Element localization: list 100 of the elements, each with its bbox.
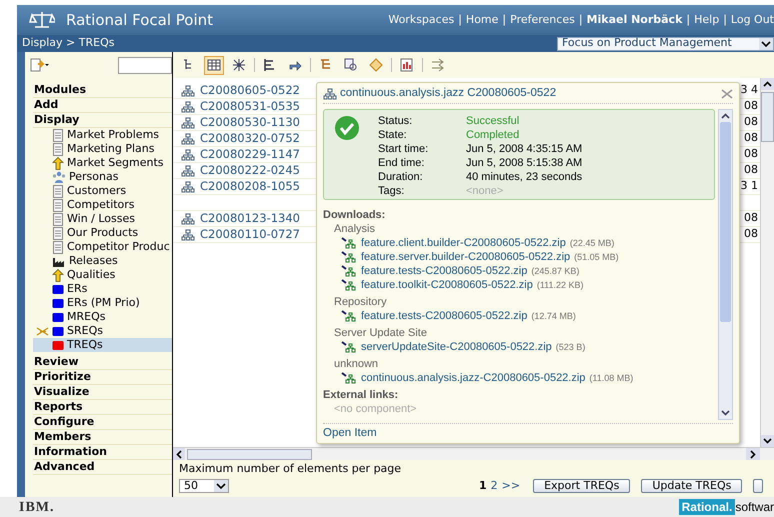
table-icon — [206, 57, 222, 73]
per-page-label: Maximum number of elements per page — [179, 462, 402, 476]
nav-link[interactable]: Home — [466, 12, 498, 28]
build-link[interactable]: C20080123-1340 — [200, 210, 300, 228]
file-link[interactable]: serverUpdateSite-C20080605-0522.zip — [361, 340, 552, 354]
scroll-thumb[interactable] — [720, 122, 731, 322]
sidebar-item[interactable]: SREQs — [33, 324, 172, 338]
build-link[interactable]: C20080530-1130 — [200, 114, 300, 132]
document-icon — [52, 198, 64, 212]
dropdown-icon — [214, 480, 228, 492]
table-cell-text: 08 — [744, 226, 758, 242]
action-button[interactable] — [753, 479, 764, 494]
table-cell-text: 3 1 — [740, 178, 758, 194]
sidebar-item[interactable]: Customers — [33, 184, 172, 198]
sidebar-item[interactable]: MREQs — [33, 310, 172, 324]
file-size: (11.08 MB) — [589, 372, 634, 385]
nav-separator: | — [457, 12, 463, 28]
check-icon — [334, 115, 360, 141]
up-arrow-icon — [52, 156, 64, 170]
file-size: (12.74 MB) — [531, 310, 576, 323]
build-link[interactable]: C20080531-0535 — [200, 98, 300, 116]
sidebar-item[interactable]: TREQs — [33, 338, 172, 352]
file-size: (51.05 MB) — [574, 251, 619, 264]
sidebar-item[interactable]: Competitor Produc — [33, 240, 172, 254]
field-value: Completed — [466, 129, 520, 143]
sidebar-item[interactable]: Marketing Plans — [33, 142, 172, 156]
file-link[interactable]: continuous.analysis.jazz-C20080605-0522.zip — [361, 371, 586, 385]
nav-separator: | — [685, 12, 692, 28]
build-link[interactable]: C20080229-1147 — [200, 146, 300, 164]
sidebar-item[interactable]: Qualities — [33, 268, 172, 282]
app-title: Rational Focal Point — [66, 10, 214, 31]
chart-icon — [399, 57, 415, 73]
download-icon — [341, 265, 357, 277]
build-link[interactable]: C20080222-0245 — [200, 162, 300, 180]
per-page-select[interactable]: 50 — [179, 479, 229, 494]
table-cell-text: 08 — [744, 162, 758, 178]
open-item-link[interactable]: Open Item — [323, 424, 377, 442]
search-field[interactable] — [118, 56, 172, 74]
toolbar-button[interactable] — [204, 56, 224, 74]
focus-select[interactable]: Focus on Product Management — [557, 36, 774, 50]
next-page-link[interactable]: >> — [502, 478, 520, 494]
document-icon — [52, 226, 64, 240]
nav-link[interactable]: Log Out — [730, 12, 774, 28]
sidebar-item[interactable]: Market Problems — [33, 128, 172, 142]
sidebar-item[interactable]: Releases — [33, 254, 172, 268]
nav-link[interactable]: Help — [694, 12, 720, 28]
horizontal-scrollbar[interactable] — [173, 447, 774, 460]
build-link[interactable]: C20080320-0752 — [200, 130, 300, 148]
company-logo: IBM. — [19, 498, 54, 516]
field-value: <none> — [466, 185, 504, 199]
breadcrumb: Display > TREQs — [22, 35, 114, 52]
sidebar-item[interactable]: Competitors — [33, 198, 172, 212]
action-button[interactable]: Export TREQs — [533, 479, 630, 494]
page-link[interactable]: 2 — [490, 478, 498, 494]
file-link[interactable]: feature.tests-C20080605-0522.zip — [361, 309, 528, 323]
sidebar-item[interactable]: Market Segments — [33, 156, 172, 170]
double-arrow-icon — [430, 57, 446, 73]
file-link[interactable]: feature.tests-C20080605-0522.zip — [361, 264, 528, 278]
document-icon — [52, 240, 64, 254]
scroll-thumb[interactable] — [187, 448, 312, 460]
document-arrow-icon[interactable] — [30, 58, 50, 72]
document-icon — [52, 128, 64, 142]
build-link[interactable]: C20080605-0522 — [200, 82, 300, 100]
close-icon[interactable] — [721, 88, 733, 98]
download-icon — [341, 279, 357, 291]
table-cell-text: 3 4 — [740, 82, 758, 98]
sidebar-item[interactable]: Our Products — [33, 226, 172, 240]
nav-separator: | — [722, 12, 728, 28]
sidebar-item[interactable]: Personas — [33, 170, 172, 184]
section-heading: External links: — [323, 388, 400, 402]
popup-title[interactable]: continuous.analysis.jazz C20080605-0522 — [340, 84, 556, 102]
field-label: Status: — [378, 115, 414, 129]
build-link[interactable]: C20080208-1055 — [200, 178, 300, 196]
field-label: Duration: — [378, 171, 424, 185]
group-label: Analysis — [333, 222, 376, 236]
nav-link[interactable]: Workspaces — [388, 12, 454, 28]
vertical-scrollbar[interactable] — [760, 78, 774, 447]
up-arrow-icon — [52, 268, 64, 282]
sidebar-item[interactable]: ERs — [33, 282, 172, 296]
download-icon — [341, 372, 357, 384]
nav-separator: | — [578, 12, 584, 28]
action-button[interactable]: Update TREQs — [641, 479, 742, 494]
page-link[interactable]: 1 — [479, 478, 487, 494]
build-link[interactable]: C20080110-0727 — [200, 226, 300, 244]
file-size: (111.22 KB) — [536, 279, 584, 292]
file-link[interactable]: feature.client.builder-C20080605-0522.zip — [361, 236, 566, 250]
download-icon — [341, 251, 357, 263]
scroll-thumb[interactable] — [761, 92, 774, 142]
field-value: Jun 5, 2008 5:15:38 AM — [466, 157, 582, 171]
file-link[interactable]: feature.server.builder-C20080605-0522.zip — [361, 250, 570, 264]
sidebar-item[interactable]: ERs (PM Prio) — [33, 296, 172, 310]
sidebar-item[interactable]: Win / Losses — [33, 212, 172, 226]
file-link[interactable]: feature.toolkit-C20080605-0522.zip — [361, 278, 533, 292]
table-cell-text: 08 — [744, 210, 758, 226]
nav-link[interactable]: Preferences — [510, 12, 575, 28]
user-name[interactable]: Mikael Norbäck — [586, 12, 682, 28]
table-cell-text: 08 — [744, 146, 758, 162]
nav-separator: | — [501, 12, 508, 28]
popup-scrollbar[interactable] — [718, 109, 733, 420]
table-cell-text: 08 — [744, 130, 758, 146]
